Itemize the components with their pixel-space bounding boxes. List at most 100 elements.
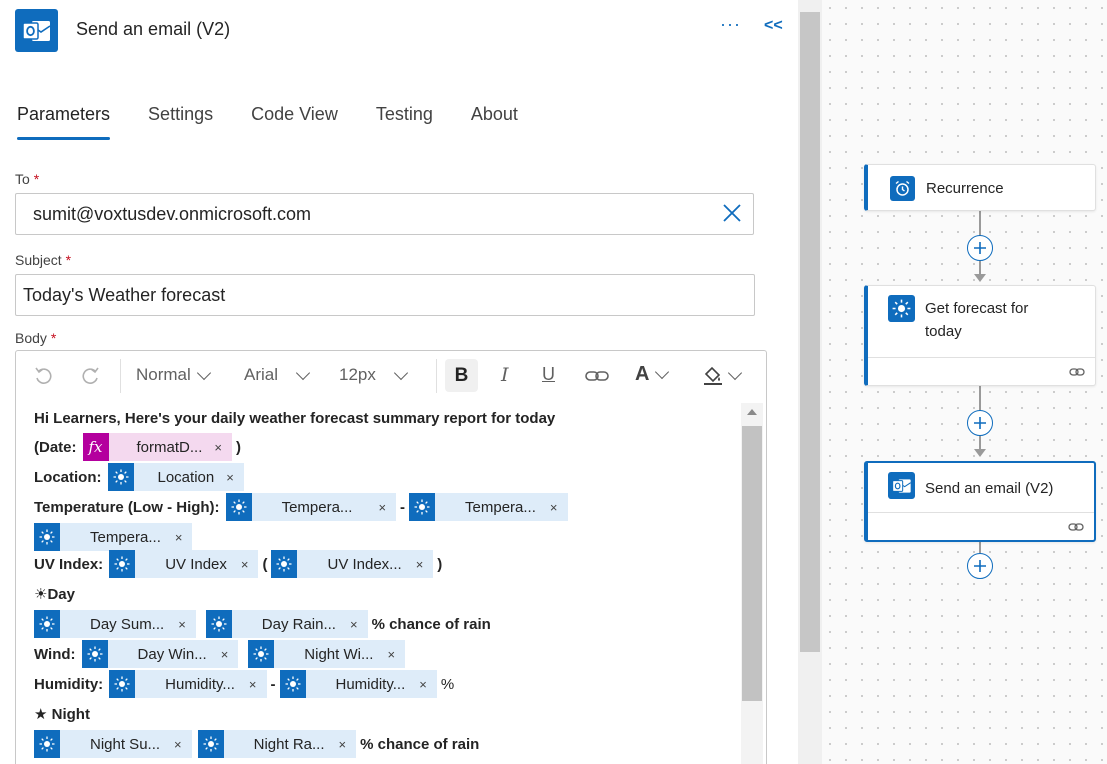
token-label: Humidity...: [165, 675, 235, 693]
paragraph-style-value: Normal: [136, 365, 191, 384]
editor-toolbar: Normal Arial 12px B I U A: [16, 351, 766, 401]
sun-icon: [225, 493, 252, 521]
scrollbar-thumb[interactable]: [742, 426, 762, 701]
remove-token-icon[interactable]: ×: [221, 647, 239, 662]
add-step-button[interactable]: [967, 553, 993, 579]
temperature-label: Temperature (Low - High):: [34, 498, 220, 516]
underline-button[interactable]: U: [542, 364, 555, 385]
tab-settings[interactable]: Settings: [148, 104, 213, 140]
connector-line: [979, 436, 981, 450]
dynamic-token[interactable]: Location ×: [107, 463, 244, 491]
temperature-line-cont: Tempera... ×: [34, 523, 193, 551]
remove-token-icon[interactable]: ×: [175, 530, 193, 545]
dynamic-token[interactable]: Day Win... ×: [81, 640, 239, 668]
dynamic-token[interactable]: Humidity... ×: [279, 670, 437, 698]
chance-of-rain-text: % chance of rain: [360, 735, 480, 753]
clear-icon[interactable]: [721, 202, 743, 224]
dynamic-token[interactable]: Night Su... ×: [34, 730, 192, 758]
day-summary-line: Day Sum... × Day Rain... × % chance of r…: [34, 610, 491, 638]
sun-icon: [271, 550, 298, 578]
paragraph-style-dropdown[interactable]: Normal: [136, 365, 211, 385]
token-label: Tempera...: [465, 498, 536, 516]
tab-about[interactable]: About: [471, 104, 518, 140]
dynamic-token[interactable]: UV Index... ×: [271, 550, 434, 578]
link-icon[interactable]: [1069, 366, 1085, 378]
bold-button[interactable]: B: [445, 359, 478, 392]
arrow-down-icon: [974, 449, 986, 457]
wind-label: Wind:: [34, 645, 76, 663]
add-step-button[interactable]: [967, 235, 993, 261]
redo-icon[interactable]: [79, 365, 101, 387]
uv-close-paren: ): [437, 555, 443, 573]
remove-token-icon[interactable]: ×: [550, 500, 568, 515]
dynamic-token[interactable]: fx formatD... ×: [82, 433, 232, 461]
add-step-button[interactable]: [967, 410, 993, 436]
token-label: Night Wi...: [304, 645, 374, 663]
card-title: Get forecast for today: [925, 300, 1029, 340]
range-dash: -: [400, 498, 406, 516]
remove-token-icon[interactable]: ×: [350, 617, 368, 632]
flow-card-recurrence[interactable]: Recurrence: [864, 164, 1096, 211]
remove-token-icon[interactable]: ×: [226, 470, 244, 485]
paint-bucket-icon: [704, 366, 722, 385]
font-family-dropdown[interactable]: Arial: [244, 365, 311, 385]
uv-index-line: UV Index: UV Index × ( UV Index... × ): [34, 550, 446, 578]
required-marker: *: [50, 330, 57, 346]
sun-icon: [34, 730, 60, 758]
panel-scrollbar[interactable]: [798, 0, 822, 764]
remove-token-icon[interactable]: ×: [249, 677, 267, 692]
token-label: Night Ra...: [253, 735, 325, 753]
location-line: Location: Location ×: [34, 463, 244, 491]
tab-parameters[interactable]: Parameters: [17, 104, 111, 140]
scroll-up-icon[interactable]: [747, 409, 757, 415]
dynamic-token[interactable]: Humidity... ×: [109, 670, 267, 698]
undo-icon[interactable]: [33, 365, 55, 387]
uv-index-label: UV Index:: [34, 555, 104, 573]
flow-card-send-email[interactable]: Send an email (V2): [864, 461, 1096, 542]
to-field[interactable]: sumit@voxtusdev.onmicrosoft.com: [15, 193, 754, 235]
remove-token-icon[interactable]: ×: [339, 737, 357, 752]
dynamic-token[interactable]: Tempera... ×: [34, 523, 193, 551]
wind-line: Wind: Day Win... × Night Wi... ×: [34, 640, 406, 668]
sun-icon: [205, 610, 232, 638]
remove-token-icon[interactable]: ×: [416, 557, 434, 572]
remove-token-icon[interactable]: ×: [214, 440, 232, 455]
highlight-color-button[interactable]: [702, 364, 743, 386]
day-heading: ☀Day: [34, 586, 75, 603]
scrollbar-thumb[interactable]: [800, 12, 820, 652]
dynamic-token[interactable]: Day Sum... ×: [34, 610, 196, 638]
remove-token-icon[interactable]: ×: [387, 647, 405, 662]
collapse-panel-button[interactable]: <<: [764, 17, 783, 35]
dynamic-token[interactable]: UV Index ×: [109, 550, 259, 578]
dynamic-token[interactable]: Day Rain... ×: [205, 610, 368, 638]
flow-card-get-forecast[interactable]: Get forecast for today: [864, 285, 1096, 386]
dynamic-token[interactable]: Night Ra... ×: [197, 730, 357, 758]
remove-token-icon[interactable]: ×: [174, 737, 192, 752]
remove-token-icon[interactable]: ×: [419, 677, 437, 692]
tab-testing[interactable]: Testing: [376, 104, 433, 140]
token-label: Day Win...: [137, 645, 207, 663]
link-icon[interactable]: [1068, 521, 1084, 533]
body-editor[interactable]: Normal Arial 12px B I U A Hi Learners, H…: [15, 350, 767, 764]
dynamic-token[interactable]: Tempera... ×: [225, 493, 397, 521]
dynamic-token[interactable]: Night Wi... ×: [248, 640, 406, 668]
font-size-dropdown[interactable]: 12px: [339, 365, 408, 385]
remove-token-icon[interactable]: ×: [378, 500, 396, 515]
tab-code-view[interactable]: Code View: [251, 104, 338, 140]
sun-icon: [34, 610, 60, 638]
italic-button[interactable]: I: [501, 364, 509, 386]
dynamic-token[interactable]: Tempera... ×: [409, 493, 568, 521]
more-options-button[interactable]: ···: [720, 14, 741, 35]
remove-token-icon[interactable]: ×: [178, 617, 196, 632]
toolbar-divider: [436, 359, 437, 393]
font-color-button[interactable]: A: [635, 363, 670, 386]
action-details-panel: Send an email (V2) ··· << Parameters Set…: [0, 0, 798, 764]
body-label-text: Body: [15, 330, 47, 346]
to-label-text: To: [15, 171, 30, 187]
intro-line: Hi Learners, Here's your daily weather f…: [34, 409, 556, 427]
link-icon[interactable]: [585, 368, 609, 384]
subject-field[interactable]: Today's Weather forecast: [15, 274, 755, 316]
remove-token-icon[interactable]: ×: [241, 557, 259, 572]
font-color-icon: A: [635, 363, 650, 385]
editor-scrollbar[interactable]: [741, 403, 763, 764]
